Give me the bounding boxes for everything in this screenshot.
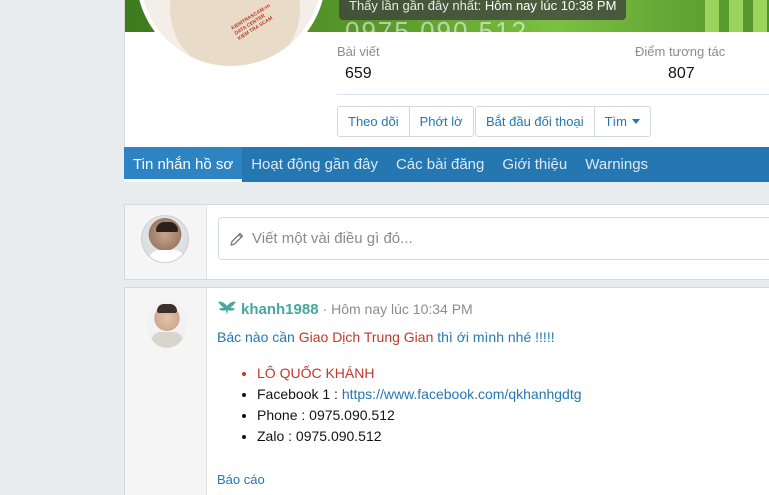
start-conversation-button[interactable]: Bắt đầu đối thoại bbox=[476, 107, 595, 136]
posts-label: Bài viết bbox=[337, 44, 380, 59]
profile-post: khanh1988 · Hôm nay lúc 10:34 PM Bác nào… bbox=[124, 287, 769, 495]
post-intro: Bác nào cần Giao Dịch Trung Gian thì ới … bbox=[217, 329, 555, 345]
last-seen-value: Hôm nay lúc 10:38 PM bbox=[484, 0, 617, 13]
profile-tabs: Tin nhắn hồ sơ Hoạt động gần đây Các bài… bbox=[124, 147, 769, 182]
tab-postings[interactable]: Các bài đăng bbox=[387, 147, 493, 182]
tab-profile-posts[interactable]: Tin nhắn hồ sơ bbox=[124, 147, 243, 182]
report-link[interactable]: Báo cáo bbox=[217, 472, 265, 487]
list-item: Phone : 0975.090.512 bbox=[257, 405, 582, 426]
reactions-label: Điểm tương tác bbox=[635, 44, 726, 59]
current-user-avatar[interactable] bbox=[141, 215, 189, 263]
find-label: Tìm bbox=[604, 114, 627, 129]
follow-ignore-group: Theo dõi Phớt lờ bbox=[337, 106, 474, 137]
post-timestamp[interactable]: · Hôm nay lúc 10:34 PM bbox=[323, 301, 473, 317]
facebook-link[interactable]: https://www.facebook.com/qkhanhgdtg bbox=[342, 386, 582, 402]
list-item: Zalo : 0975.090.512 bbox=[257, 426, 582, 447]
list-item: LÔ QUỐC KHÁNH bbox=[257, 363, 582, 384]
status-composer: Viết một vài điều gì đó... bbox=[124, 204, 769, 280]
status-input[interactable]: Viết một vài điều gì đó... bbox=[218, 217, 769, 260]
wing-icon bbox=[218, 301, 236, 315]
poster-avatar[interactable] bbox=[147, 300, 187, 348]
divider bbox=[337, 94, 769, 95]
pencil-icon bbox=[230, 232, 244, 246]
follow-button[interactable]: Theo dõi bbox=[338, 107, 410, 136]
profile-avatar[interactable]: KIEMTRASCAM.vn DATA CENTER KIEM TRA SCAM bbox=[136, 0, 326, 70]
last-seen-badge: Thấy lần gần đây nhất: Hôm nay lúc 10:38… bbox=[339, 0, 627, 20]
reactions-value[interactable]: 807 bbox=[668, 65, 695, 83]
conversation-find-group: Bắt đầu đối thoại Tìm bbox=[475, 106, 651, 137]
find-button[interactable]: Tìm bbox=[595, 107, 650, 136]
ignore-button[interactable]: Phớt lờ bbox=[410, 107, 473, 136]
contact-list: LÔ QUỐC KHÁNH Facebook 1 : https://www.f… bbox=[257, 363, 582, 447]
list-item: Facebook 1 : https://www.facebook.com/qk… bbox=[257, 384, 582, 405]
status-input-placeholder: Viết một vài điều gì đó... bbox=[252, 230, 413, 247]
tab-warnings[interactable]: Warnings bbox=[576, 147, 657, 182]
posts-value[interactable]: 659 bbox=[345, 65, 372, 83]
tab-latest-activity[interactable]: Hoạt động gần đây bbox=[242, 147, 387, 182]
last-seen-label: Thấy lần gần đây nhất: bbox=[349, 0, 482, 13]
highlight-text: Giao Dịch Trung Gian bbox=[298, 329, 434, 345]
poster-username[interactable]: khanh1988 bbox=[241, 301, 319, 318]
caret-down-icon bbox=[631, 119, 640, 124]
post-header: khanh1988 · Hôm nay lúc 10:34 PM bbox=[217, 300, 473, 318]
tab-about[interactable]: Giới thiệu bbox=[493, 147, 576, 182]
